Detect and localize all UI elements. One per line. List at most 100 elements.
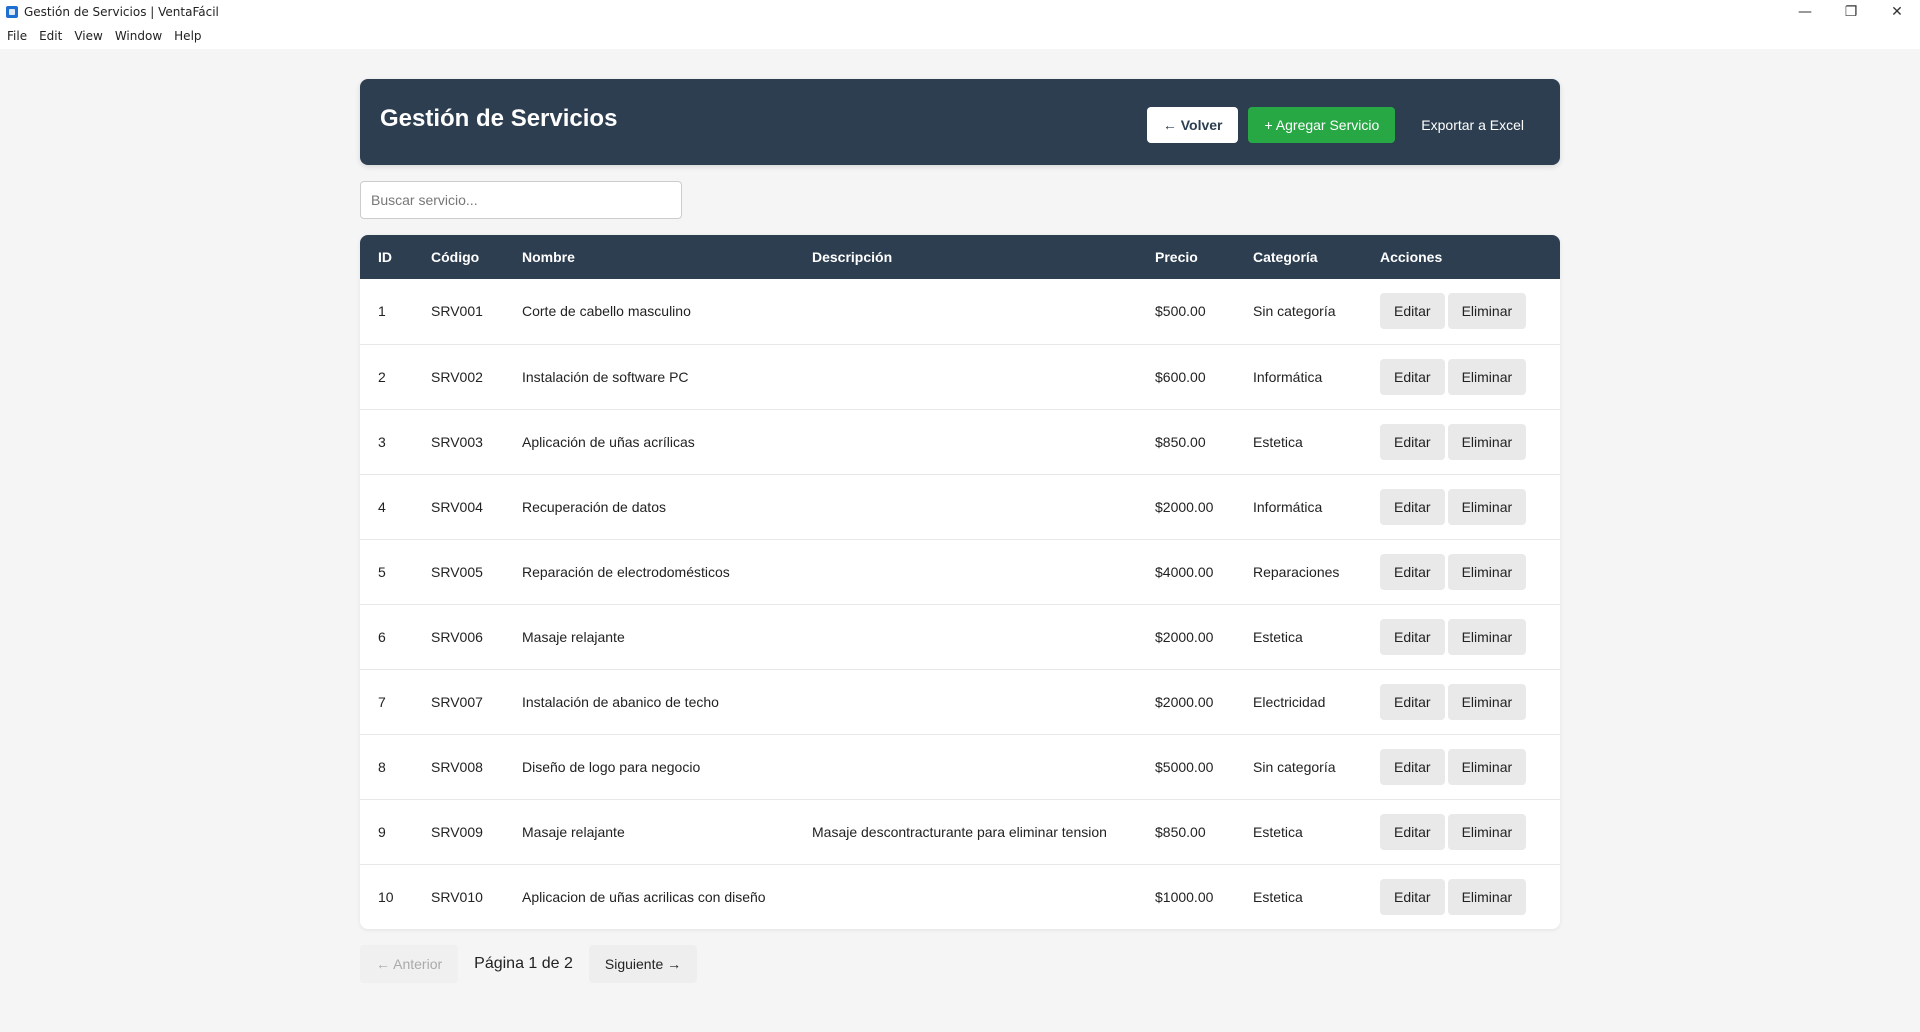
column-header-actions: Acciones xyxy=(1362,235,1560,279)
cell-name: Recuperación de datos xyxy=(504,474,794,540)
cell-price: $850.00 xyxy=(1137,799,1235,865)
cell-actions: Editar Eliminar xyxy=(1362,344,1560,410)
delete-button[interactable]: Eliminar xyxy=(1447,423,1527,460)
table-row: 3 SRV003 Aplicación de uñas acrílicas $8… xyxy=(360,409,1560,475)
edit-button[interactable]: Editar xyxy=(1380,683,1445,720)
column-header-code: Código xyxy=(413,235,504,279)
table-header-row: ID Código Nombre Descripción Precio Cate… xyxy=(360,235,1560,279)
pagination: ← Anterior Página 1 de 2 Siguiente → xyxy=(360,945,1560,983)
delete-button[interactable]: Eliminar xyxy=(1447,748,1527,785)
cell-category: Estetica xyxy=(1253,888,1303,905)
cell-description xyxy=(794,734,1137,800)
cell-actions: Editar Eliminar xyxy=(1362,799,1560,865)
cell-id: 1 xyxy=(360,279,413,345)
cell-description xyxy=(794,409,1137,475)
cell-price: $5000.00 xyxy=(1137,734,1235,800)
cell-description xyxy=(794,539,1137,605)
cell-price: $2000.00 xyxy=(1137,474,1235,540)
delete-button[interactable]: Eliminar xyxy=(1447,358,1527,395)
cell-actions: Editar Eliminar xyxy=(1362,474,1560,540)
add-service-button[interactable]: + Agregar Servicio xyxy=(1248,107,1396,143)
cell-name: Reparación de electrodomésticos xyxy=(504,539,794,605)
cell-name: Masaje relajante xyxy=(504,604,794,670)
minimize-icon[interactable]: — xyxy=(1782,0,1828,23)
cell-code: SRV010 xyxy=(431,888,483,905)
next-page-button[interactable]: Siguiente → xyxy=(588,945,698,983)
cell-price: $2000.00 xyxy=(1137,669,1235,735)
edit-button[interactable]: Editar xyxy=(1380,358,1445,395)
window-title: Gestión de Servicios | VentaFácil xyxy=(24,4,219,19)
window-titlebar: Gestión de Servicios | VentaFácil — ❐ ✕ xyxy=(0,0,1920,23)
cell-code: SRV005 xyxy=(413,539,504,605)
menu-window[interactable]: Window xyxy=(115,29,162,43)
header-actions: ← Volver + Agregar Servicio Exportar a E… xyxy=(1146,107,1540,143)
cell-id: 2 xyxy=(360,344,413,410)
edit-button[interactable]: Editar xyxy=(1380,618,1445,655)
edit-button[interactable]: Editar xyxy=(1380,878,1445,915)
cell-code: SRV001 xyxy=(413,279,504,345)
edit-button[interactable]: Editar xyxy=(1380,813,1445,850)
cell-actions: Editar Eliminar xyxy=(1362,279,1560,345)
cell-actions: Editar Eliminar xyxy=(1362,409,1560,475)
cell-category: Estetica xyxy=(1235,409,1362,475)
cell-code: SRV003 xyxy=(413,409,504,475)
edit-button[interactable]: Editar xyxy=(1380,423,1445,460)
delete-button[interactable]: Eliminar xyxy=(1447,618,1527,655)
edit-button[interactable]: Editar xyxy=(1380,293,1445,330)
cell-category: Estetica xyxy=(1235,799,1362,865)
cell-price: $500.00 xyxy=(1137,279,1235,345)
column-header-description: Descripción xyxy=(794,235,1137,279)
delete-button[interactable]: Eliminar xyxy=(1447,878,1527,915)
maximize-icon[interactable]: ❐ xyxy=(1828,0,1874,23)
app-icon xyxy=(6,5,18,18)
cell-id: 10 xyxy=(378,888,394,905)
search-input[interactable] xyxy=(360,181,682,219)
table-row: 9 SRV009 Masaje relajante Masaje descont… xyxy=(360,799,1560,865)
cell-id: 9 xyxy=(360,799,413,865)
edit-button[interactable]: Editar xyxy=(1380,488,1445,525)
menu-edit[interactable]: Edit xyxy=(39,29,62,43)
edit-button[interactable]: Editar xyxy=(1380,553,1445,590)
cell-category: Sin categoría xyxy=(1235,734,1362,800)
cell-description xyxy=(794,474,1137,540)
table-row: 10 SRV010 Aplicacion de uñas acrilicas c… xyxy=(360,864,1560,929)
export-excel-button[interactable]: Exportar a Excel xyxy=(1405,107,1540,143)
cell-id: 3 xyxy=(360,409,413,475)
close-icon[interactable]: ✕ xyxy=(1874,0,1920,23)
back-button[interactable]: ← Volver xyxy=(1146,107,1239,143)
table-row: 8 SRV008 Diseño de logo para negocio $50… xyxy=(360,734,1560,800)
cell-category: Estetica xyxy=(1235,604,1362,670)
cell-code: SRV007 xyxy=(413,669,504,735)
page-title: Gestión de Servicios xyxy=(380,105,618,132)
previous-page-button[interactable]: ← Anterior xyxy=(360,945,459,983)
cell-actions: Editar Eliminar xyxy=(1362,604,1560,670)
menu-view[interactable]: View xyxy=(74,29,102,43)
page-indicator: Página 1 de 2 xyxy=(474,955,573,972)
menu-bar: File Edit View Window Help xyxy=(0,23,1920,49)
cell-code: SRV009 xyxy=(413,799,504,865)
cell-price: $1000.00 xyxy=(1155,888,1214,905)
column-header-id: ID xyxy=(360,235,413,279)
menu-file[interactable]: File xyxy=(7,29,27,43)
table-row: 6 SRV006 Masaje relajante $2000.00 Estet… xyxy=(360,604,1560,670)
cell-code: SRV006 xyxy=(413,604,504,670)
edit-button[interactable]: Editar xyxy=(1380,748,1445,785)
cell-name: Aplicacion de uñas acrilicas con diseño xyxy=(522,888,766,905)
cell-code: SRV004 xyxy=(413,474,504,540)
cell-actions: Editar Eliminar xyxy=(1362,539,1560,605)
cell-price: $4000.00 xyxy=(1137,539,1235,605)
cell-price: $2000.00 xyxy=(1137,604,1235,670)
cell-description xyxy=(794,864,1137,929)
delete-button[interactable]: Eliminar xyxy=(1447,683,1527,720)
table-row: 2 SRV002 Instalación de software PC $600… xyxy=(360,344,1560,410)
menu-help[interactable]: Help xyxy=(174,29,201,43)
column-header-price: Precio xyxy=(1137,235,1235,279)
delete-button[interactable]: Eliminar xyxy=(1447,293,1527,330)
cell-name: Corte de cabello masculino xyxy=(504,279,794,345)
cell-price: $600.00 xyxy=(1137,344,1235,410)
cell-id: 6 xyxy=(360,604,413,670)
delete-button[interactable]: Eliminar xyxy=(1447,553,1527,590)
cell-price: $850.00 xyxy=(1137,409,1235,475)
delete-button[interactable]: Eliminar xyxy=(1447,488,1527,525)
delete-button[interactable]: Eliminar xyxy=(1447,813,1527,850)
